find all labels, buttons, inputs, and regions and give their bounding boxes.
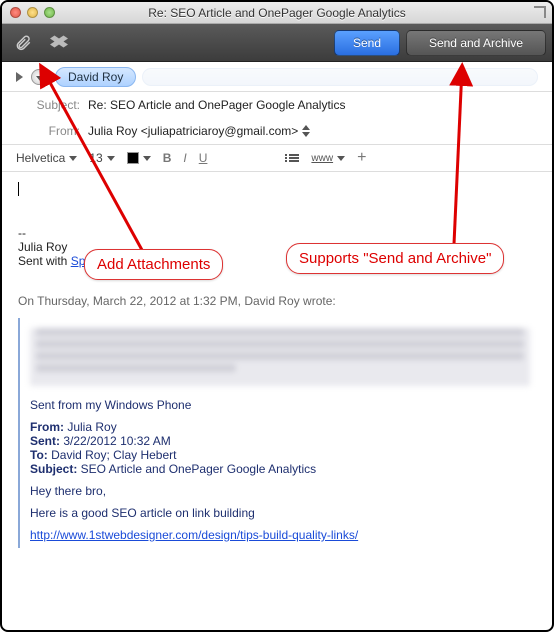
recipient-options-button[interactable]	[31, 69, 47, 85]
traffic-lights	[2, 7, 55, 18]
text-cursor	[18, 182, 19, 196]
subject-label: Subject:	[16, 98, 80, 112]
send-and-archive-button[interactable]: Send and Archive	[406, 30, 546, 56]
window-titlebar: Re: SEO Article and OnePager Google Anal…	[2, 2, 552, 24]
q-subj-val: SEO Article and OnePager Google Analytic…	[81, 462, 316, 476]
fullscreen-icon[interactable]	[534, 6, 546, 18]
from-account-stepper[interactable]	[302, 125, 316, 137]
dropbox-button[interactable]	[44, 30, 74, 56]
from-value: Julia Roy <juliapatriciaroy@gmail.com>	[88, 124, 298, 138]
subject-input[interactable]: Re: SEO Article and OnePager Google Anal…	[88, 98, 538, 112]
sig-dashes: --	[18, 226, 536, 240]
q-from-val: Julia Roy	[67, 420, 116, 434]
quoted-line1: Here is a good SEO article on link build…	[30, 506, 530, 520]
expand-recipients-icon[interactable]	[16, 72, 23, 82]
sig-sent-with: Sent with	[18, 254, 71, 268]
attach-button[interactable]	[8, 30, 38, 56]
subject-row: Subject: Re: SEO Article and OnePager Go…	[2, 92, 552, 118]
bold-button[interactable]: B	[163, 151, 172, 165]
www-label: www	[311, 153, 333, 164]
quote-header: On Thursday, March 22, 2012 at 1:32 PM, …	[18, 294, 536, 308]
italic-button[interactable]: I	[183, 151, 186, 165]
redacted-content	[30, 328, 530, 386]
bullet-list-button[interactable]	[285, 154, 299, 162]
to-field[interactable]: David Roy	[55, 67, 538, 87]
message-body[interactable]: -- Julia Roy Sent with Sparrow On Thursd…	[2, 172, 552, 630]
compose-toolbar: Send Send and Archive	[2, 24, 552, 62]
recipient-token[interactable]: David Roy	[55, 67, 136, 87]
add-format-button[interactable]: +	[357, 149, 366, 167]
recipient-token-redacted	[142, 68, 538, 86]
underline-button[interactable]: U	[199, 151, 208, 165]
zoom-window-button[interactable]	[44, 7, 55, 18]
format-toolbar: Helvetica 13 B I U www +	[2, 144, 552, 172]
q-to-val: David Roy; Clay Hebert	[51, 448, 176, 462]
q-subj-lbl: Subject:	[30, 462, 81, 476]
from-label: From:	[16, 124, 80, 138]
minimize-window-button[interactable]	[27, 7, 38, 18]
q-to-lbl: To:	[30, 448, 51, 462]
dropbox-icon	[50, 35, 68, 51]
quoted-message: Sent from my Windows Phone From: Julia R…	[18, 318, 536, 548]
q-sent-lbl: Sent:	[30, 434, 63, 448]
font-family-select[interactable]: Helvetica	[16, 151, 77, 165]
color-swatch-icon	[127, 152, 139, 164]
paperclip-icon	[14, 34, 32, 52]
quoted-sent-from: Sent from my Windows Phone	[30, 398, 530, 412]
font-size-label: 13	[89, 151, 102, 165]
quoted-greeting: Hey there bro,	[30, 484, 530, 498]
recipients-row: David Roy	[2, 62, 552, 92]
q-sent-val: 3/22/2012 10:32 AM	[63, 434, 170, 448]
q-from-lbl: From:	[30, 420, 67, 434]
close-window-button[interactable]	[10, 7, 21, 18]
from-row: From: Julia Roy <juliapatriciaroy@gmail.…	[2, 118, 552, 144]
window-title: Re: SEO Article and OnePager Google Anal…	[2, 6, 552, 20]
annotation-sendarch: Supports "Send and Archive"	[286, 243, 504, 274]
quoted-headers: From: Julia Roy Sent: 3/22/2012 10:32 AM…	[30, 420, 530, 476]
insert-link-button[interactable]: www	[311, 153, 345, 164]
font-color-select[interactable]	[127, 152, 151, 164]
annotation-attach: Add Attachments	[84, 249, 223, 280]
quoted-link[interactable]: http://www.1stwebdesigner.com/design/tip…	[30, 528, 358, 542]
send-button[interactable]: Send	[334, 30, 400, 56]
font-family-label: Helvetica	[16, 151, 65, 165]
font-size-select[interactable]: 13	[89, 151, 114, 165]
